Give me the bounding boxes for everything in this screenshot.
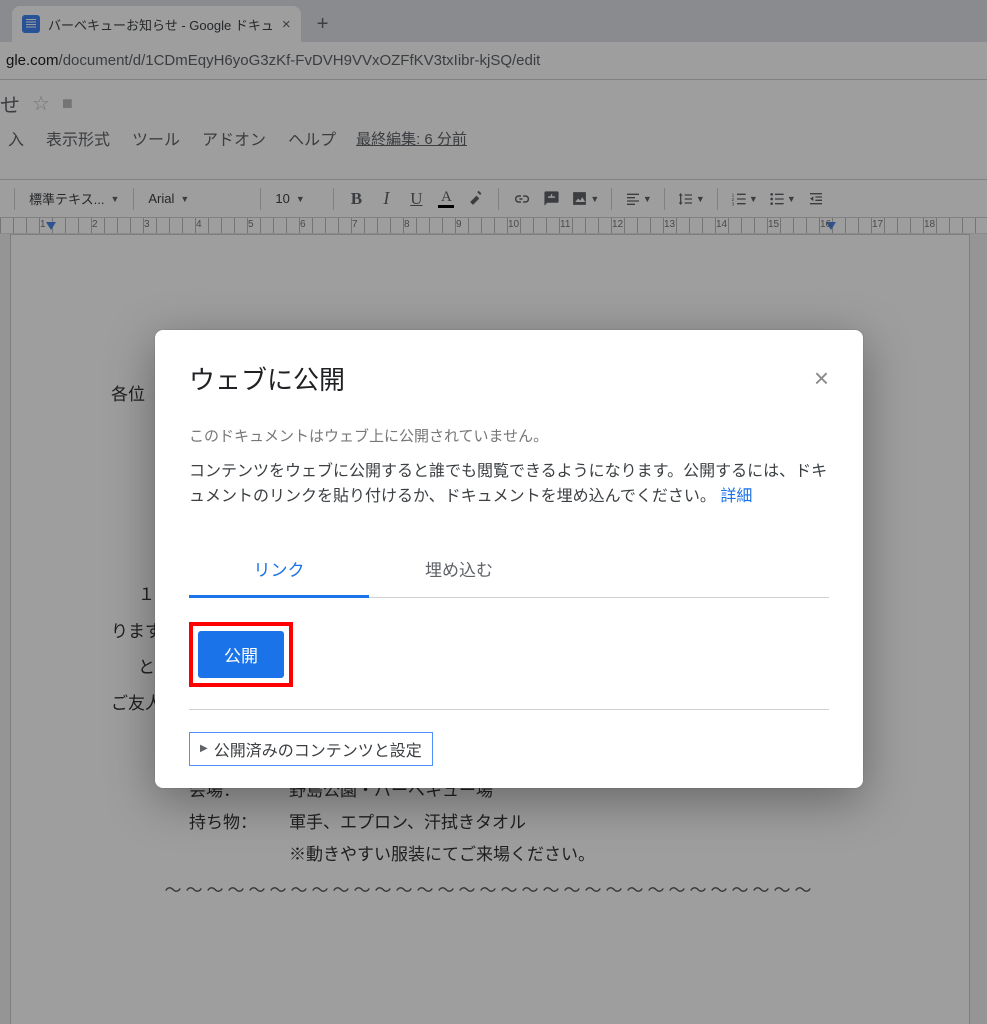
- tab-link[interactable]: リンク: [189, 544, 369, 598]
- dialog-tabs: リンク 埋め込む: [189, 544, 829, 598]
- triangle-right-icon: ▶: [200, 743, 208, 754]
- dialog-description: コンテンツをウェブに公開すると誰でも閲覧できるようになります。公開するには、ドキ…: [189, 460, 829, 510]
- learn-more-link[interactable]: 詳細: [720, 488, 752, 505]
- highlight-box: 公開: [189, 622, 293, 687]
- dialog-title: ウェブに公開: [189, 360, 345, 397]
- publish-button[interactable]: 公開: [198, 631, 284, 678]
- publish-to-web-dialog: ウェブに公開 × このドキュメントはウェブ上に公開されていません。 コンテンツを…: [155, 330, 863, 788]
- dialog-status-text: このドキュメントはウェブ上に公開されていません。: [189, 425, 829, 446]
- published-content-settings-toggle[interactable]: ▶ 公開済みのコンテンツと設定: [189, 732, 433, 766]
- tab-embed[interactable]: 埋め込む: [369, 544, 549, 597]
- close-icon[interactable]: ×: [814, 363, 829, 394]
